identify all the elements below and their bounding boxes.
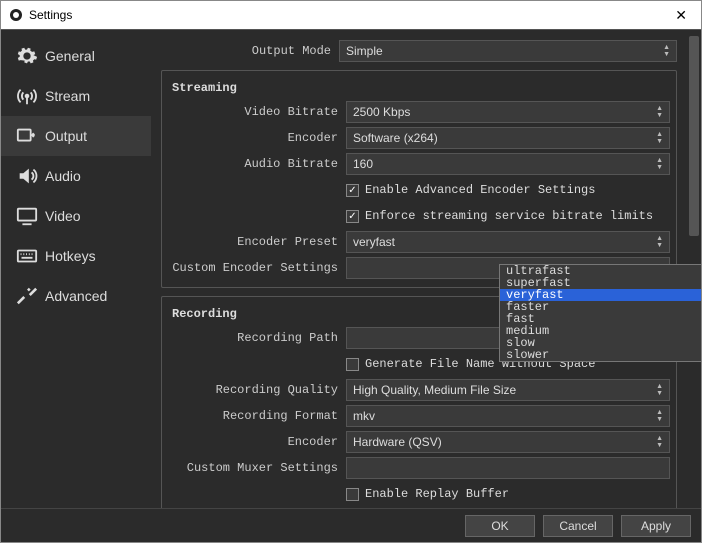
tools-icon xyxy=(13,285,41,307)
titlebar: Settings ✕ xyxy=(1,1,701,29)
recording-quality-select[interactable]: High Quality, Medium File Size ▲▼ xyxy=(346,379,670,401)
audio-bitrate-value: 160 xyxy=(353,157,373,171)
sidebar: General Stream Output Audio xyxy=(1,30,151,508)
custom-muxer-label: Custom Muxer Settings xyxy=(168,461,346,475)
spinner-icon[interactable]: ▲▼ xyxy=(656,105,663,119)
sidebar-item-general[interactable]: General xyxy=(1,36,151,76)
close-button[interactable]: ✕ xyxy=(669,7,693,24)
sidebar-item-label: Audio xyxy=(45,168,81,184)
app-icon xyxy=(9,8,23,22)
output-icon xyxy=(13,125,41,147)
audio-bitrate-select[interactable]: 160 ▲▼ xyxy=(346,153,670,175)
chevron-updown-icon: ▲▼ xyxy=(656,131,663,145)
output-mode-select[interactable]: Simple ▲▼ xyxy=(339,40,677,62)
recording-encoder-select[interactable]: Hardware (QSV) ▲▼ xyxy=(346,431,670,453)
custom-muxer-input[interactable] xyxy=(346,457,670,479)
chevron-updown-icon: ▲▼ xyxy=(656,383,663,397)
dialog-footer: OK Cancel Apply xyxy=(1,508,701,542)
encoder-preset-select[interactable]: veryfast ▲▼ xyxy=(346,231,670,253)
sidebar-item-label: Output xyxy=(45,128,87,144)
sidebar-item-label: Advanced xyxy=(45,288,107,304)
chevron-updown-icon: ▲▼ xyxy=(656,235,663,249)
sidebar-item-stream[interactable]: Stream xyxy=(1,76,151,116)
audio-bitrate-label: Audio Bitrate xyxy=(168,157,346,171)
apply-button[interactable]: Apply xyxy=(621,515,691,537)
encoder-preset-label: Encoder Preset xyxy=(168,235,346,249)
video-bitrate-input[interactable]: 2500 Kbps ▲▼ xyxy=(346,101,670,123)
recording-format-label: Recording Format xyxy=(168,409,346,423)
sidebar-item-output[interactable]: Output xyxy=(1,116,151,156)
replay-buffer-label: Enable Replay Buffer xyxy=(365,487,509,501)
sidebar-item-label: Video xyxy=(45,208,81,224)
antenna-icon xyxy=(13,85,41,107)
recording-path-label: Recording Path xyxy=(168,331,346,345)
scrollbar-thumb[interactable] xyxy=(689,36,699,236)
video-bitrate-value: 2500 Kbps xyxy=(353,105,410,119)
output-mode-label: Output Mode xyxy=(161,44,339,58)
sidebar-item-label: Hotkeys xyxy=(45,248,96,264)
settings-window: Settings ✕ General Stream Output xyxy=(0,0,702,543)
ok-button[interactable]: OK xyxy=(465,515,535,537)
enable-advanced-checkbox[interactable] xyxy=(346,184,359,197)
cancel-button[interactable]: Cancel xyxy=(543,515,613,537)
streaming-encoder-value: Software (x264) xyxy=(353,131,438,145)
enforce-limits-checkbox[interactable] xyxy=(346,210,359,223)
keyboard-icon xyxy=(13,245,41,267)
content-area: Output Mode Simple ▲▼ Streaming Video Bi… xyxy=(151,30,701,508)
chevron-updown-icon: ▲▼ xyxy=(656,435,663,449)
sidebar-item-advanced[interactable]: Advanced xyxy=(1,276,151,316)
streaming-encoder-label: Encoder xyxy=(168,131,346,145)
recording-encoder-label: Encoder xyxy=(168,435,346,449)
sidebar-item-label: General xyxy=(45,48,95,64)
window-body: General Stream Output Audio xyxy=(1,29,701,508)
output-mode-value: Simple xyxy=(346,44,383,58)
recording-format-value: mkv xyxy=(353,409,375,423)
enable-advanced-label: Enable Advanced Encoder Settings xyxy=(365,183,595,197)
encoder-preset-dropdown[interactable]: ultrafast superfast veryfast faster fast… xyxy=(499,264,701,362)
sidebar-item-audio[interactable]: Audio xyxy=(1,156,151,196)
sidebar-item-label: Stream xyxy=(45,88,90,104)
chevron-updown-icon: ▲▼ xyxy=(656,409,663,423)
sidebar-item-video[interactable]: Video xyxy=(1,196,151,236)
custom-encoder-label: Custom Encoder Settings xyxy=(168,261,346,275)
recording-quality-value: High Quality, Medium File Size xyxy=(353,383,516,397)
streaming-group-title: Streaming xyxy=(168,75,670,99)
chevron-updown-icon: ▲▼ xyxy=(656,157,663,171)
streaming-encoder-select[interactable]: Software (x264) ▲▼ xyxy=(346,127,670,149)
sidebar-item-hotkeys[interactable]: Hotkeys xyxy=(1,236,151,276)
gear-icon xyxy=(13,45,41,67)
gen-filename-checkbox[interactable] xyxy=(346,358,359,371)
preset-option-slower[interactable]: slower xyxy=(500,349,701,361)
recording-encoder-value: Hardware (QSV) xyxy=(353,435,442,449)
replay-buffer-checkbox[interactable] xyxy=(346,488,359,501)
chevron-updown-icon: ▲▼ xyxy=(663,44,670,58)
speaker-icon xyxy=(13,165,41,187)
enforce-limits-label: Enforce streaming service bitrate limits xyxy=(365,209,653,223)
monitor-icon xyxy=(13,205,41,227)
recording-quality-label: Recording Quality xyxy=(168,383,346,397)
encoder-preset-value: veryfast xyxy=(353,235,395,249)
cancel-label: Cancel xyxy=(559,519,596,533)
ok-label: OK xyxy=(491,519,508,533)
recording-format-select[interactable]: mkv ▲▼ xyxy=(346,405,670,427)
video-bitrate-label: Video Bitrate xyxy=(168,105,346,119)
window-title: Settings xyxy=(29,8,669,22)
apply-label: Apply xyxy=(641,519,671,533)
